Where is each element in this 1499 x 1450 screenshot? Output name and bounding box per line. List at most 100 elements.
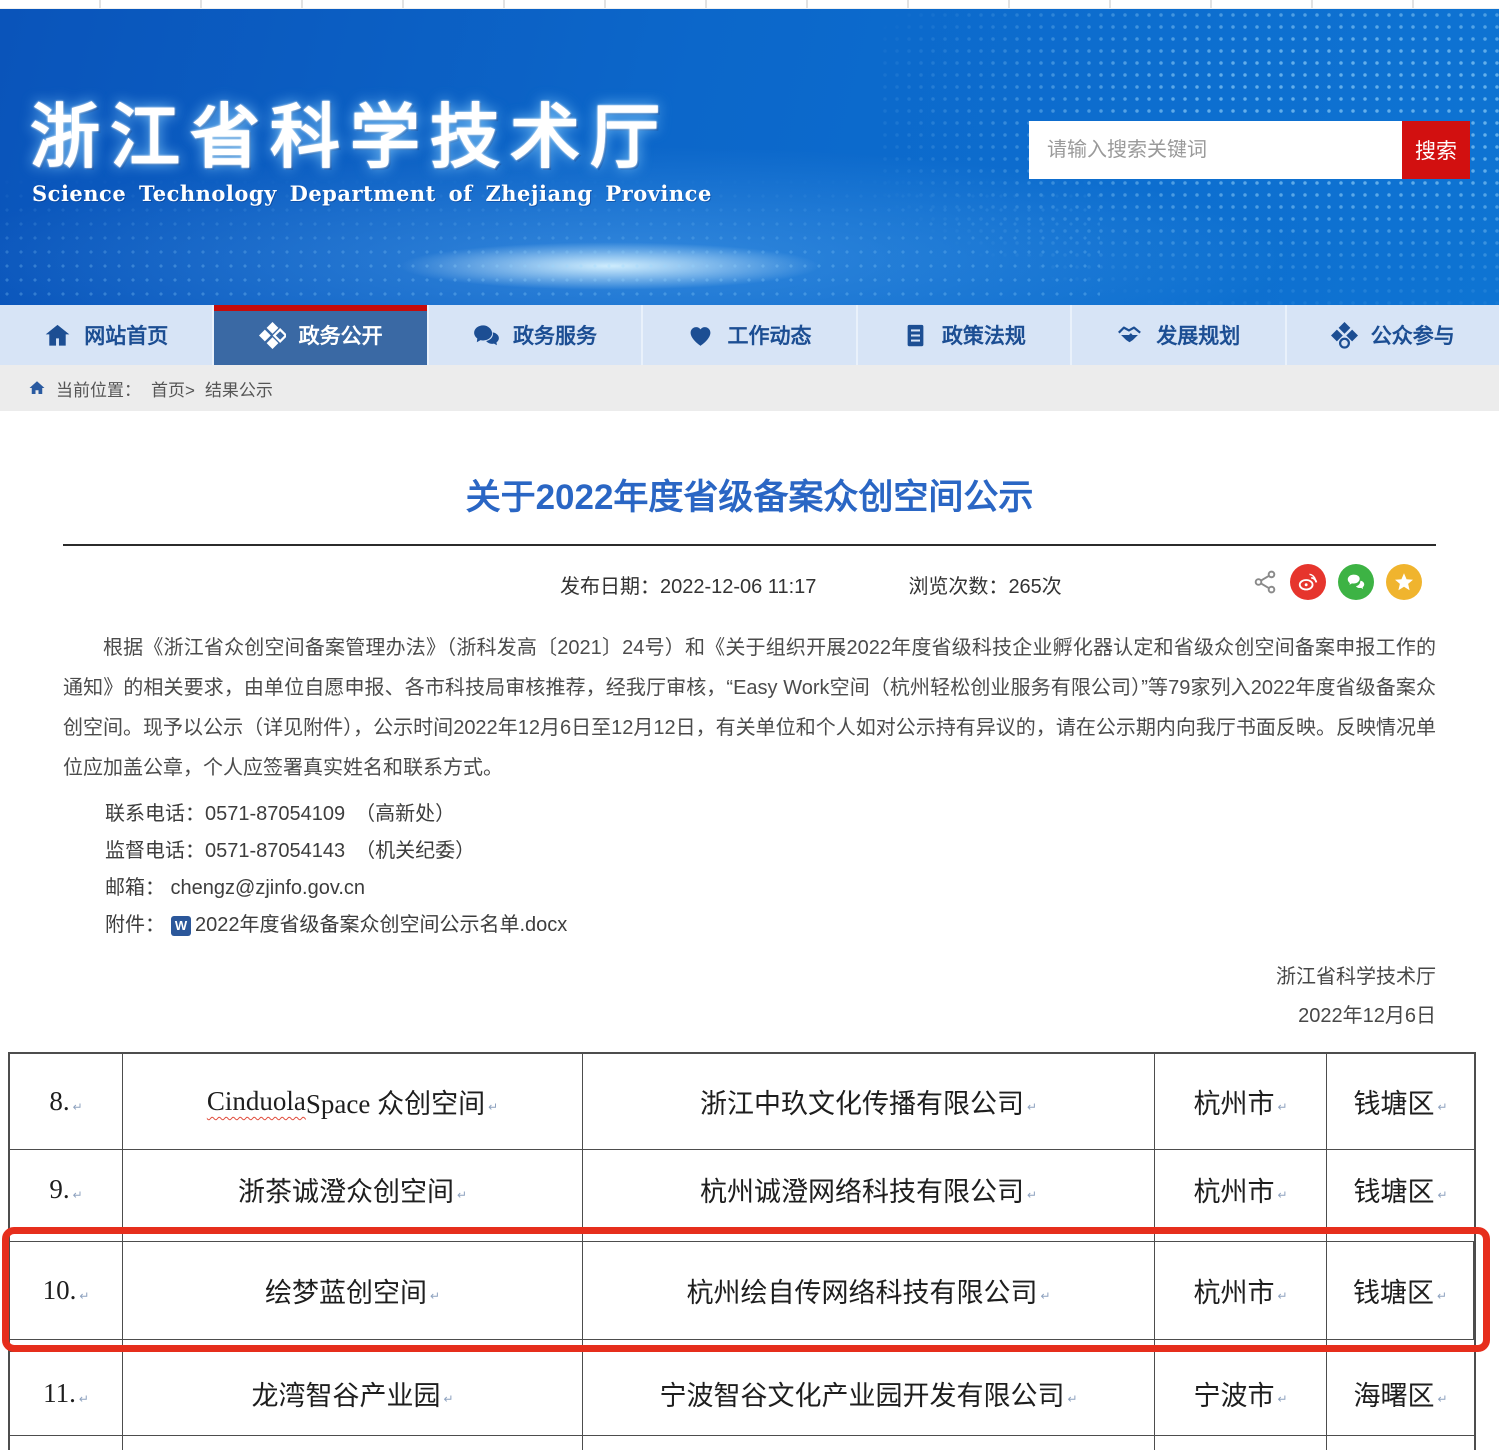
- share-icon[interactable]: [1252, 569, 1278, 595]
- table-row: [10, 1436, 1474, 1450]
- site-logo-english: Science Technology Department of Zhejian…: [32, 181, 712, 206]
- heart-icon: [687, 322, 714, 349]
- breadcrumb-prefix: 当前位置：: [56, 376, 141, 401]
- end-of-cell-mark: ↵: [1437, 1100, 1447, 1115]
- article-body-text: 根据《浙江省众创空间备案管理办法》（浙科发高〔2021〕24号）和《关于组织开展…: [63, 628, 1436, 788]
- chat-bubbles-icon: [473, 322, 500, 349]
- attachment-line: 附件： W 2022年度省级备案众创空间公示名单.docx: [105, 907, 1436, 944]
- nav-item-home[interactable]: 网站首页: [0, 305, 214, 365]
- table-cell: 宁波市↵: [1155, 1352, 1327, 1435]
- nav-item-gov-service[interactable]: 政务服务: [429, 305, 643, 365]
- table-cell: 10.↵: [10, 1242, 123, 1339]
- table-cell: 钱塘区↵: [1327, 1150, 1474, 1229]
- gov-open-icon: [259, 322, 286, 349]
- end-of-cell-mark: ↵: [1277, 1289, 1287, 1304]
- end-of-cell-mark: ↵: [1437, 1392, 1447, 1407]
- end-of-cell-mark: ↵: [1277, 1392, 1287, 1407]
- table-cell: [583, 1436, 1155, 1450]
- table-spacer-row: [10, 1230, 1474, 1242]
- nav-item-gov-open[interactable]: 政务公开: [214, 305, 428, 365]
- table-cell: 杭州诚澄网络科技有限公司↵: [583, 1150, 1155, 1229]
- table-cell: [10, 1436, 123, 1450]
- table-cell: 龙湾智谷产业园↵: [123, 1352, 583, 1435]
- nav-item-policy[interactable]: 政策法规: [858, 305, 1072, 365]
- table-cell: 11.↵: [10, 1352, 123, 1435]
- end-of-cell-mark: ↵: [1027, 1100, 1037, 1115]
- end-of-cell-mark: ↵: [73, 1188, 83, 1203]
- table-spacer-row: [10, 1340, 1474, 1352]
- table-row-highlighted: 10.↵绘梦蓝创空间↵杭州绘自传网络科技有限公司↵杭州市↵钱塘区↵: [10, 1242, 1474, 1340]
- search-input[interactable]: [1029, 121, 1402, 179]
- end-of-cell-mark: ↵: [488, 1100, 498, 1115]
- table-cell: Cinduola Space 众创空间↵: [123, 1054, 583, 1149]
- table-cell: 宁波智谷文化产业园开发有限公司↵: [583, 1352, 1155, 1435]
- publish-date: 发布日期：2022-12-06 11:17: [560, 570, 816, 599]
- end-of-cell-mark: ↵: [1040, 1289, 1050, 1304]
- participate-icon: [1331, 322, 1358, 349]
- search-bar: 搜索: [1029, 121, 1470, 179]
- doc-table-rows: 8.↵Cinduola Space 众创空间↵浙江中玖文化传播有限公司↵杭州市↵…: [10, 1054, 1474, 1450]
- table-row: 11.↵龙湾智谷产业园↵宁波智谷文化产业园开发有限公司↵宁波市↵海曙区↵: [10, 1352, 1474, 1436]
- nav-item-public-participation[interactable]: 公众参与: [1287, 305, 1499, 365]
- home-icon: [44, 322, 71, 349]
- table-cell: 钱塘区↵: [1327, 1242, 1474, 1339]
- end-of-cell-mark: ↵: [1277, 1100, 1287, 1115]
- wechat-icon[interactable]: [1338, 564, 1374, 600]
- table-row: 8.↵Cinduola Space 众创空间↵浙江中玖文化传播有限公司↵杭州市↵…: [10, 1054, 1474, 1150]
- table-cell: 杭州市↵: [1155, 1054, 1327, 1149]
- table-cell: 浙江中玖文化传播有限公司↵: [583, 1054, 1155, 1149]
- breadcrumb: 当前位置： 首页> 结果公示: [0, 365, 1499, 411]
- table-cell: 浙茶诚澄众创空间↵: [123, 1150, 583, 1229]
- home-small-icon: [28, 379, 46, 397]
- nav-item-work-news[interactable]: 工作动态: [643, 305, 857, 365]
- maker-space-table: 8.↵Cinduola Space 众创空间↵浙江中玖文化传播有限公司↵杭州市↵…: [8, 1052, 1476, 1450]
- handshake-icon: [1116, 322, 1143, 349]
- contact-phone: 联系电话：0571-87054109 （高新处）: [105, 796, 1436, 833]
- table-row: 9.↵浙茶诚澄众创空间↵杭州诚澄网络科技有限公司↵杭州市↵钱塘区↵: [10, 1150, 1474, 1230]
- title-divider: [63, 544, 1436, 546]
- page-title: 关于2022年度省级备案众创空间公示: [63, 469, 1436, 520]
- end-of-cell-mark: ↵: [443, 1392, 453, 1407]
- site-logo-text: 浙江省科学技术厅: [30, 81, 670, 182]
- document-icon: [902, 322, 929, 349]
- table-cell: 海曙区↵: [1327, 1352, 1474, 1435]
- view-count: 浏览次数：265次: [908, 570, 1061, 599]
- end-of-cell-mark: ↵: [457, 1188, 467, 1203]
- end-of-cell-mark: ↵: [79, 1392, 89, 1407]
- table-cell: 杭州市↵: [1155, 1242, 1327, 1339]
- attachment-label: 附件：: [105, 907, 165, 944]
- end-of-cell-mark: ↵: [1277, 1188, 1287, 1203]
- end-of-cell-mark: ↵: [1027, 1188, 1037, 1203]
- contact-email: 邮箱： chengz@zjinfo.gov.cn: [105, 870, 1436, 907]
- weibo-icon[interactable]: [1290, 564, 1326, 600]
- main-nav: 网站首页 政务公开 政务服务 工作动态 政策法规 发展规划: [0, 305, 1499, 365]
- qzone-icon[interactable]: [1386, 564, 1422, 600]
- table-cell: 绘梦蓝创空间↵: [123, 1242, 583, 1339]
- signature-date: 2022年12月6日: [63, 997, 1436, 1036]
- table-cell: 9.↵: [10, 1150, 123, 1229]
- site-banner: 浙江省科学技术厅 Science Technology Department o…: [0, 9, 1499, 305]
- end-of-cell-mark: ↵: [1437, 1188, 1447, 1203]
- end-of-cell-mark: ↵: [1067, 1392, 1077, 1407]
- article: 关于2022年度省级备案众创空间公示 发布日期：2022-12-06 11:17…: [0, 469, 1499, 1036]
- supervise-phone: 监督电话：0571-87054143 （机关纪委）: [105, 833, 1436, 870]
- table-cell: 8.↵: [10, 1054, 123, 1149]
- breadcrumb-current: 结果公示: [205, 376, 273, 401]
- search-button[interactable]: 搜索: [1402, 121, 1470, 179]
- attachment-link[interactable]: 2022年度省级备案众创空间公示名单.docx: [195, 907, 567, 944]
- breadcrumb-home-link[interactable]: 首页>: [151, 376, 195, 401]
- end-of-cell-mark: ↵: [79, 1289, 89, 1304]
- nav-item-development-plan[interactable]: 发展规划: [1072, 305, 1286, 365]
- signature-org: 浙江省科学技术厅: [63, 958, 1436, 997]
- table-cell: [1327, 1436, 1474, 1450]
- table-cell: [1155, 1436, 1327, 1450]
- share-toolbar: [1252, 564, 1422, 600]
- end-of-cell-mark: ↵: [73, 1100, 83, 1115]
- table-cell: [123, 1436, 583, 1450]
- end-of-cell-mark: ↵: [430, 1289, 440, 1304]
- table-cell: 钱塘区↵: [1327, 1054, 1474, 1149]
- browser-edge-strip: [0, 0, 1499, 9]
- signature-block: 浙江省科学技术厅 2022年12月6日: [63, 958, 1436, 1036]
- word-doc-icon: W: [171, 916, 191, 936]
- table-cell: 杭州绘自传网络科技有限公司↵: [583, 1242, 1155, 1339]
